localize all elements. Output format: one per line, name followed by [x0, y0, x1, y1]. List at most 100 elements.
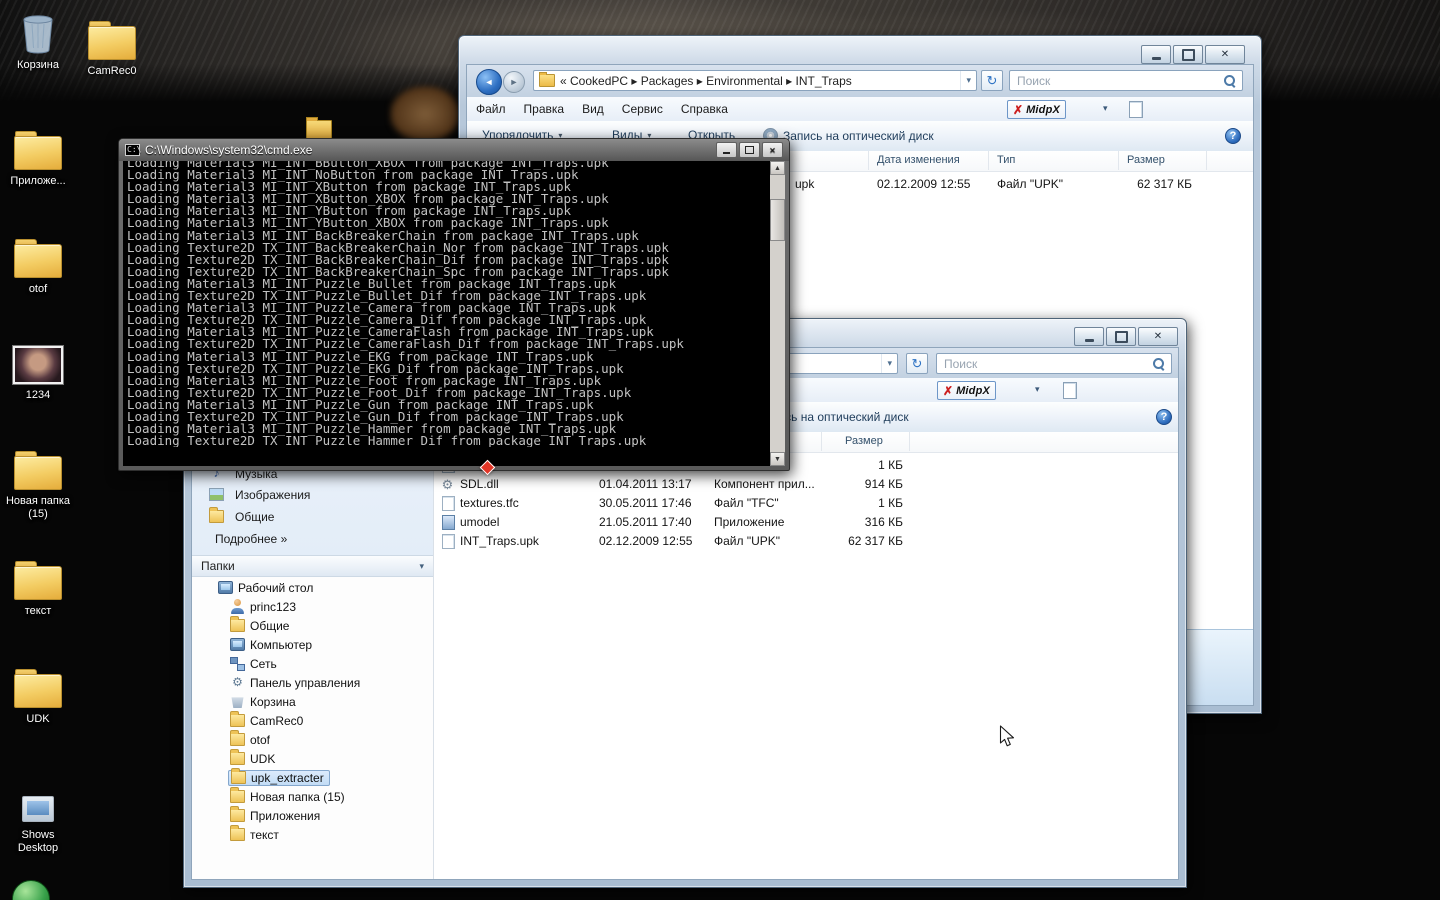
- close-button[interactable]: ✕: [762, 142, 783, 158]
- tree-item-recycle-bin[interactable]: Корзина: [192, 692, 433, 711]
- close-button[interactable]: ✕: [1205, 45, 1245, 64]
- desktop-icon-otof[interactable]: otof: [0, 234, 76, 296]
- copy-page-icon[interactable]: [1129, 101, 1143, 118]
- search-input[interactable]: Поиск: [1009, 70, 1243, 91]
- selected-tree-item: upk_extracter: [228, 768, 330, 786]
- pictures-icon: [209, 488, 224, 501]
- search-input[interactable]: Поиск: [936, 353, 1172, 374]
- menu-help[interactable]: Справка: [672, 102, 737, 116]
- copy-page-icon[interactable]: [1063, 382, 1077, 399]
- file-type: Компонент прил...: [714, 477, 815, 491]
- desktop-icon-udk[interactable]: UDK: [0, 664, 76, 726]
- refresh-icon: ↻: [986, 72, 998, 88]
- column-header-size[interactable]: Размер: [822, 432, 910, 451]
- tree-item-camrec0[interactable]: CamRec0: [192, 711, 433, 730]
- tree-item-otof[interactable]: otof: [192, 730, 433, 749]
- start-orb[interactable]: [12, 880, 50, 900]
- desktop-icon-new-folder-15[interactable]: Новая папка (15): [0, 446, 76, 521]
- folder-icon: [230, 749, 245, 765]
- column-header-date[interactable]: Дата изменения: [869, 151, 989, 170]
- tree-item-udk[interactable]: UDK: [192, 749, 433, 768]
- address-dropdown-icon[interactable]: ▾: [881, 354, 892, 373]
- back-button[interactable]: ◄: [476, 69, 502, 95]
- desktop-icon-shows-desktop[interactable]: Shows Desktop: [0, 780, 76, 855]
- wallpaper-patch: [390, 86, 460, 142]
- midpx-label: MidpX: [1026, 103, 1061, 116]
- favorite-public[interactable]: Общие: [192, 506, 433, 527]
- desktop-icon-camrec0[interactable]: CamRec0: [74, 16, 150, 78]
- tree-item-prilozheniya[interactable]: Приложения: [192, 806, 433, 825]
- tree-item-upk-extracter[interactable]: upk_extracter: [192, 768, 433, 787]
- midpx-dropdown-icon[interactable]: ▾: [1103, 103, 1108, 114]
- maximize-button[interactable]: [1106, 327, 1136, 346]
- close-button[interactable]: ✕: [1138, 327, 1178, 346]
- network-icon: [230, 657, 245, 671]
- desktop-icon-label: Новая папка (15): [5, 495, 71, 520]
- screen: Корзина CamRec0 Приложе... otof 1234 Нов…: [0, 0, 1440, 900]
- file-date: 02.12.2009 12:55: [599, 534, 693, 548]
- favorite-more[interactable]: Подробнее »: [192, 528, 433, 549]
- breadcrumb[interactable]: « CookedPC ▸ Packages ▸ Environmental ▸ …: [533, 70, 977, 91]
- midpx-toolbar-button[interactable]: ✗ MidpX: [937, 381, 997, 400]
- tree-item-public[interactable]: Общие: [192, 616, 433, 635]
- menu-file[interactable]: Файл: [467, 102, 515, 116]
- refresh-icon: ↻: [911, 355, 923, 371]
- folder-icon: [14, 131, 62, 170]
- tree-item-network[interactable]: Сеть: [192, 654, 433, 673]
- forward-button[interactable]: ►: [503, 71, 525, 93]
- search-icon: [1153, 358, 1164, 369]
- scroll-down-icon[interactable]: ▼: [770, 452, 785, 466]
- tree-item-computer[interactable]: Компьютер: [192, 635, 433, 654]
- menu-service[interactable]: Сервис: [613, 102, 672, 116]
- breadcrumb-path: « CookedPC ▸ Packages ▸ Environmental ▸ …: [560, 73, 852, 88]
- desktop-icon-label: Корзина: [17, 59, 59, 71]
- refresh-button[interactable]: ↻: [906, 353, 928, 374]
- search-icon: [1224, 75, 1235, 86]
- minimize-button[interactable]: [1141, 45, 1171, 64]
- file-row[interactable]: umodel 21.05.2011 17:40 Приложение 316 К…: [434, 513, 1170, 532]
- desktop-icon-prilozhe[interactable]: Приложе...: [0, 126, 76, 188]
- close-icon: ✕: [1153, 331, 1163, 342]
- column-header-type[interactable]: Тип: [989, 151, 1119, 170]
- help-button[interactable]: ?: [1156, 409, 1172, 425]
- scrollbar-thumb[interactable]: [770, 199, 785, 241]
- midpx-dropdown-icon[interactable]: ▾: [1035, 384, 1040, 395]
- minimize-button[interactable]: [1074, 327, 1104, 346]
- file-row[interactable]: INT_Traps.upk 02.12.2009 12:55 Файл "UPK…: [434, 532, 1170, 551]
- deskt0p-icon-tekst[interactable]: текст: [0, 556, 76, 618]
- folder-icon: [231, 768, 246, 784]
- refresh-button[interactable]: ↻: [981, 70, 1003, 91]
- cmd-title-bar[interactable]: C:\ C:\Windows\system32\cmd.exe ✕: [119, 139, 789, 161]
- tree-item-desktop[interactable]: Рабочий стол: [192, 578, 433, 597]
- help-button[interactable]: ?: [1225, 128, 1241, 144]
- desktop-icon-1234[interactable]: 1234: [0, 340, 76, 402]
- maximize-button[interactable]: [739, 142, 760, 158]
- folders-band[interactable]: Папки ▾: [192, 555, 433, 577]
- menu-view[interactable]: Вид: [573, 102, 613, 116]
- maximize-button[interactable]: [1173, 45, 1203, 64]
- recycle-bin-icon: [231, 697, 244, 708]
- file-icon: [442, 496, 455, 511]
- favorite-pictures[interactable]: Изображения: [192, 484, 433, 505]
- midpx-toolbar-button[interactable]: ✗ MidpX: [1007, 100, 1067, 119]
- desktop-icon-label: UDK: [26, 713, 50, 725]
- file-row[interactable]: textures.tfc 30.05.2011 17:46 Файл "TFC"…: [434, 494, 1170, 513]
- scroll-up-icon[interactable]: ▲: [770, 161, 785, 175]
- column-header-size[interactable]: Размер: [1119, 151, 1207, 170]
- desktop-icon-recycle-bin[interactable]: Корзина: [0, 10, 76, 72]
- folder-icon: [230, 730, 245, 746]
- file-row[interactable]: ⚙ SDL.dll 01.04.2011 13:17 Компонент при…: [434, 475, 1170, 494]
- midpx-x-icon: ✗: [1013, 102, 1024, 117]
- cmd-scrollbar[interactable]: ▲ ▼: [770, 161, 785, 466]
- folder-icon: [88, 21, 136, 60]
- minimize-button[interactable]: [716, 142, 737, 158]
- stray-folder-icon[interactable]: [306, 117, 332, 139]
- address-dropdown-icon[interactable]: ▾: [960, 71, 971, 90]
- tree-item-new-folder-15[interactable]: Новая папка (15): [192, 787, 433, 806]
- tree-item-control-panel[interactable]: ⚙ Панель управления: [192, 673, 433, 692]
- cmd-output: Loading Material3 MI_INT_BButton_XBOX fr…: [123, 161, 785, 466]
- menu-edit[interactable]: Правка: [515, 102, 574, 116]
- tree-item-tekst[interactable]: текст: [192, 825, 433, 844]
- desktop-icon: [218, 581, 233, 594]
- tree-item-princ123[interactable]: princ123: [192, 597, 433, 616]
